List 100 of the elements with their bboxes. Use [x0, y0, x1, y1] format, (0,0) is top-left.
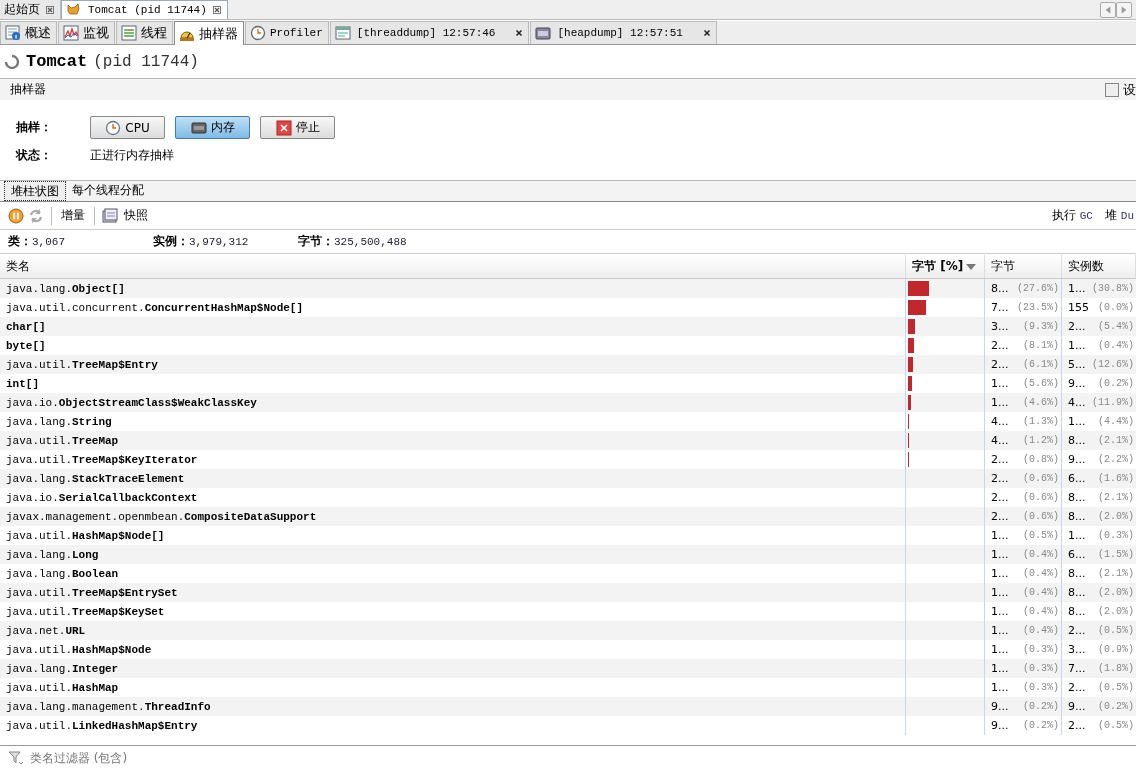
class-name: int[]	[6, 377, 39, 390]
scroll-right-icon[interactable]	[1116, 1, 1132, 18]
instances-value: 4...	[1068, 396, 1086, 409]
close-icon[interactable]	[515, 29, 524, 37]
view-tab[interactable]: Profiler	[245, 21, 329, 44]
bytes-value: 1...	[991, 662, 1009, 675]
instances-percent: (30.8%)	[1092, 283, 1134, 294]
refresh-icon[interactable]	[28, 207, 44, 224]
checkbox[interactable]	[1105, 82, 1119, 97]
document-tab[interactable]: 起始页	[0, 0, 61, 19]
threads-icon	[121, 25, 137, 41]
clock-icon	[105, 119, 122, 136]
instances-percent: (0.2%)	[1098, 378, 1134, 389]
instances-percent: (5.4%)	[1098, 321, 1134, 332]
snapshot-icon[interactable]	[102, 207, 118, 224]
delta-button[interactable]: 增量	[59, 207, 87, 224]
instances-percent: (0.5%)	[1098, 682, 1134, 693]
bytes-value: 2...	[991, 358, 1009, 371]
memory-chip-icon	[190, 119, 207, 136]
view-tab[interactable]: 监视	[58, 21, 115, 44]
view-tab[interactable]: 线程	[116, 21, 173, 44]
bytes-value: 2...	[991, 472, 1009, 485]
bytes-percent: (0.4%)	[1023, 568, 1059, 579]
class-name: javax.management.openmbean.CompositeDataSupport	[6, 510, 317, 523]
cat-icon	[66, 2, 82, 18]
instances-value: 8...	[1068, 434, 1086, 447]
class-name: java.util.TreeMap$EntrySet	[6, 586, 178, 599]
bytes-value: 3...	[991, 320, 1009, 333]
column-header[interactable]: 类名	[0, 255, 906, 278]
class-name: java.util.concurrent.ConcurrentHashMap$Node[]	[6, 301, 304, 314]
close-icon[interactable]	[46, 5, 54, 14]
class-name: java.io.SerialCallbackContext	[6, 491, 198, 504]
instances-percent: (2.0%)	[1098, 606, 1134, 617]
bytes-percent: (1.2%)	[1023, 435, 1059, 446]
instances-value: 8...	[1068, 510, 1086, 523]
class-name: java.lang.Object[]	[6, 282, 125, 295]
chart-icon	[63, 25, 79, 41]
close-icon[interactable]	[702, 29, 711, 37]
bytes-value: 7...	[991, 301, 1009, 314]
bytes-value: 1...	[991, 377, 1009, 390]
bytes-value: 1...	[991, 605, 1009, 618]
class-name: java.io.ObjectStreamClass$WeakClassKey	[6, 396, 257, 409]
instances-value: 2...	[1068, 624, 1086, 637]
result-tab[interactable]: 堆柱状图	[4, 181, 66, 201]
stat-text: 实例：3,979,312	[153, 233, 250, 250]
status-text: 正进行内存抽样	[90, 147, 174, 164]
class-name: java.lang.StackTraceElement	[6, 472, 185, 485]
stop-icon	[275, 119, 292, 136]
view-tab[interactable]: [heapdump] 12:57:51	[530, 21, 717, 44]
close-icon[interactable]	[212, 6, 221, 14]
column-header[interactable]: 字节 [%]	[906, 255, 985, 278]
bytes-value: 1...	[991, 624, 1009, 637]
window-icon	[334, 25, 351, 41]
instances-percent: (2.1%)	[1098, 568, 1134, 579]
class-name: java.util.TreeMap$KeyIterator	[6, 453, 198, 466]
pause-icon[interactable]	[8, 207, 24, 224]
app-title: Tomcat	[26, 52, 88, 71]
filter-field[interactable]: 类名过滤器 (包含)	[28, 750, 1136, 766]
bytes-percent: (4.6%)	[1023, 397, 1059, 408]
instances-value: 8...	[1068, 586, 1086, 599]
view-tab[interactable]: [threaddump] 12:57:46	[329, 21, 530, 44]
class-name: java.util.TreeMap	[6, 434, 119, 447]
sampling-button[interactable]: 内存	[175, 116, 250, 139]
bytes-value: 1...	[991, 643, 1009, 656]
scroll-left-icon[interactable]	[1100, 1, 1116, 18]
bytes-percent: (0.4%)	[1023, 625, 1059, 636]
bytes-value: 2...	[991, 453, 1009, 466]
action-button[interactable]: 执行 GC	[1049, 207, 1095, 224]
instances-percent: (0.2%)	[1098, 701, 1134, 712]
process-id: (pid 11744)	[93, 52, 199, 71]
bytes-percent: (0.3%)	[1023, 644, 1059, 655]
sampling-button[interactable]: CPU	[90, 116, 165, 139]
snapshot-button[interactable]: 快照	[122, 207, 150, 224]
stat-text: 字节：325,500,488	[298, 233, 408, 250]
action-button[interactable]: 堆 Du	[1102, 207, 1136, 224]
sampling-button[interactable]: 停止	[260, 116, 335, 139]
result-tab[interactable]: 每个线程分配	[66, 181, 150, 201]
class-name: java.util.HashMap	[6, 681, 119, 694]
bytes-value: 4...	[991, 415, 1009, 428]
instances-percent: (2.1%)	[1098, 492, 1134, 503]
column-header[interactable]: 字节	[985, 255, 1062, 278]
class-name: java.lang.Integer	[6, 662, 119, 675]
column-header[interactable]: 实例数	[1062, 255, 1136, 278]
bytes-value: 2...	[991, 339, 1009, 352]
class-name: java.util.LinkedHashMap$Entry	[6, 719, 198, 732]
bytes-percent: (1.3%)	[1023, 416, 1059, 427]
bytes-percent: (27.6%)	[1017, 283, 1059, 294]
instances-percent: (1.5%)	[1098, 549, 1134, 560]
instances-percent: (1.8%)	[1098, 663, 1134, 674]
bytes-percent: (0.3%)	[1023, 682, 1059, 693]
instances-percent: (2.0%)	[1098, 511, 1134, 522]
view-tab[interactable]: 抽样器	[174, 21, 244, 45]
document-tab[interactable]: Tomcat (pid 11744)	[61, 0, 228, 19]
filter-icon[interactable]	[8, 750, 24, 766]
clock-icon	[250, 25, 266, 41]
view-tab[interactable]: 概述	[0, 21, 57, 44]
instances-value: 1...	[1068, 415, 1086, 428]
class-name: java.util.TreeMap$Entry	[6, 358, 158, 371]
bytes-percent: (0.4%)	[1023, 549, 1059, 560]
instances-value: 1...	[1068, 529, 1086, 542]
